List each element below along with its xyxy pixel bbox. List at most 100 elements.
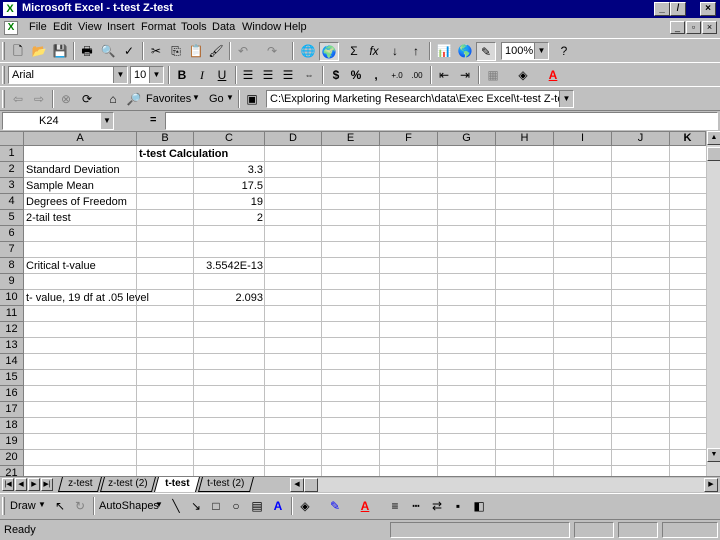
autoshapes-menu[interactable]: AutoShapes xyxy=(99,500,159,512)
last-sheet-icon[interactable]: ▶| xyxy=(41,478,53,491)
font-size-select[interactable]: 10 ▼ xyxy=(130,66,164,84)
minimize-button[interactable]: _ xyxy=(654,2,670,16)
dash-style-icon[interactable]: ┅ xyxy=(406,497,426,516)
cell-a4[interactable]: Degrees of Freedom xyxy=(24,194,129,210)
menu-window[interactable]: Window xyxy=(242,21,281,33)
increase-indent-icon[interactable]: ⇥ xyxy=(455,66,475,85)
column-header-b[interactable]: B xyxy=(137,132,194,146)
toolbar-grip[interactable] xyxy=(2,42,5,60)
row-header-4[interactable]: 4 xyxy=(0,194,24,210)
chevron-down-icon[interactable]: ▼ xyxy=(226,93,234,102)
show-only-web-toolbar-icon[interactable]: ▣ xyxy=(242,90,262,109)
cut-icon[interactable]: ✂ xyxy=(146,42,166,61)
sheet-tab-t-test[interactable]: t-test xyxy=(153,477,201,492)
italic-button[interactable]: I xyxy=(192,66,212,85)
map-icon[interactable]: 🌎 xyxy=(455,42,475,61)
fill-color-icon[interactable]: ◈ xyxy=(295,497,315,516)
chevron-down-icon[interactable]: ▼ xyxy=(559,91,573,107)
forward-icon[interactable]: ⇨ xyxy=(29,90,49,109)
menu-edit[interactable]: Edit xyxy=(53,21,72,33)
line-style-icon[interactable]: ≡ xyxy=(385,497,405,516)
select-all-button[interactable] xyxy=(0,132,24,146)
save-icon[interactable]: 💾 xyxy=(50,42,70,61)
font-color-icon[interactable]: A xyxy=(355,497,375,516)
decrease-decimal-button[interactable]: .00 xyxy=(407,66,427,85)
go-menu[interactable]: Go xyxy=(209,93,224,105)
address-field[interactable]: C:\Exploring Marketing Research\data\Exe… xyxy=(266,90,574,108)
scroll-right-icon[interactable]: ▶ xyxy=(704,478,718,492)
cell-c8[interactable]: 3.5542E-13 xyxy=(194,258,265,274)
sort-descending-icon[interactable]: ↑ xyxy=(406,42,426,61)
toolbar-grip[interactable] xyxy=(2,90,5,108)
arrow-style-icon[interactable]: ⇄ xyxy=(427,497,447,516)
oval-icon[interactable]: ○ xyxy=(226,497,246,516)
insert-hyperlink-icon[interactable]: 🌐 xyxy=(298,42,318,61)
row-header-12[interactable]: 12 xyxy=(0,322,24,338)
align-center-icon[interactable]: ☰ xyxy=(258,66,278,85)
cell-a10[interactable]: t- value, 19 df at .05 level xyxy=(24,290,151,306)
scroll-thumb[interactable] xyxy=(707,147,720,161)
row-header-10[interactable]: 10 xyxy=(0,290,24,306)
column-header-d[interactable]: D xyxy=(265,132,322,146)
menu-help[interactable]: Help xyxy=(284,21,307,33)
chevron-down-icon[interactable]: ▼ xyxy=(192,93,200,102)
column-header-a[interactable]: A xyxy=(24,132,137,146)
doc-restore-button[interactable]: ▫ xyxy=(686,21,701,34)
chevron-down-icon[interactable]: ▼ xyxy=(155,500,163,509)
row-header-3[interactable]: 3 xyxy=(0,178,24,194)
prev-sheet-icon[interactable]: ◀ xyxy=(15,478,27,491)
column-header-e[interactable]: E xyxy=(322,132,380,146)
excel-icon[interactable]: X xyxy=(3,2,17,16)
row-header-7[interactable]: 7 xyxy=(0,242,24,258)
paste-icon[interactable]: 📋 xyxy=(186,42,206,61)
workbook-icon[interactable]: X xyxy=(4,21,18,35)
row-header-8[interactable]: 8 xyxy=(0,258,24,274)
column-header-k[interactable]: K xyxy=(670,132,706,146)
vertical-scrollbar[interactable]: ▲ ▼ xyxy=(706,131,720,476)
cell-c10[interactable]: 2.093 xyxy=(194,290,265,306)
first-sheet-icon[interactable]: |◀ xyxy=(2,478,14,491)
bold-button[interactable]: B xyxy=(172,66,192,85)
chevron-down-icon[interactable]: ▼ xyxy=(101,113,113,129)
scroll-down-icon[interactable]: ▼ xyxy=(707,448,720,462)
3d-icon[interactable]: ◧ xyxy=(469,497,489,516)
fill-color-icon[interactable]: ◈ xyxy=(513,66,533,85)
currency-button[interactable]: $ xyxy=(326,66,346,85)
sort-ascending-icon[interactable]: ↓ xyxy=(385,42,405,61)
cell-a5[interactable]: 2-tail test xyxy=(24,210,73,226)
font-color-icon[interactable]: A xyxy=(543,66,563,85)
menu-file[interactable]: File xyxy=(29,21,47,33)
horizontal-scroll-thumb[interactable] xyxy=(304,478,318,492)
back-icon[interactable]: ⇦ xyxy=(8,90,28,109)
row-header-20[interactable]: 20 xyxy=(0,450,24,466)
borders-icon[interactable]: ▦ xyxy=(483,66,503,85)
align-right-icon[interactable]: ☰ xyxy=(278,66,298,85)
cell-c2[interactable]: 3.3 xyxy=(194,162,265,178)
doc-close-button[interactable]: × xyxy=(702,21,717,34)
row-header-21[interactable]: 21 xyxy=(0,466,24,476)
row-header-14[interactable]: 14 xyxy=(0,354,24,370)
rectangle-icon[interactable]: □ xyxy=(206,497,226,516)
cell-a3[interactable]: Sample Mean xyxy=(24,178,96,194)
row-header-2[interactable]: 2 xyxy=(0,162,24,178)
font-select[interactable]: Arial ▼ xyxy=(8,66,128,84)
arrow-icon[interactable]: ↘ xyxy=(186,497,206,516)
column-header-h[interactable]: H xyxy=(496,132,554,146)
column-header-i[interactable]: I xyxy=(554,132,612,146)
line-color-icon[interactable]: ✎ xyxy=(325,497,345,516)
menu-tools[interactable]: Tools xyxy=(181,21,207,33)
percent-button[interactable]: % xyxy=(346,66,366,85)
align-left-icon[interactable]: ☰ xyxy=(238,66,258,85)
chevron-down-icon[interactable]: ▼ xyxy=(38,500,46,509)
chevron-down-icon[interactable]: ▼ xyxy=(149,67,163,83)
cell-c4[interactable]: 19 xyxy=(194,194,265,210)
text-box-icon[interactable]: ▤ xyxy=(247,497,267,516)
drawing-icon[interactable]: ✎ xyxy=(476,42,496,61)
spelling-icon[interactable]: ✓ xyxy=(119,42,139,61)
comma-button[interactable]: , xyxy=(366,66,386,85)
close-button[interactable]: × xyxy=(700,2,716,16)
refresh-icon[interactable]: ⟳ xyxy=(77,90,97,109)
name-box[interactable]: K24 ▼ xyxy=(2,112,114,130)
cell-c3[interactable]: 17.5 xyxy=(194,178,265,194)
decrease-indent-icon[interactable]: ⇤ xyxy=(434,66,454,85)
